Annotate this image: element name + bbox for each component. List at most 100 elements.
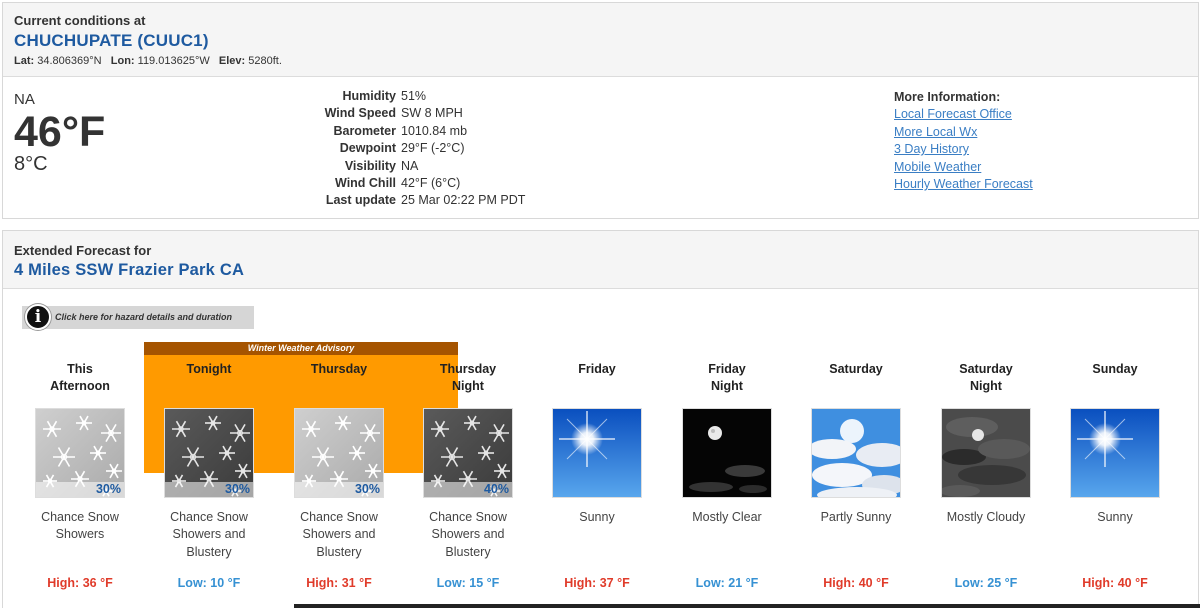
description-line-3: Blustery bbox=[445, 544, 491, 559]
lat-label: Lat: bbox=[14, 55, 35, 67]
period-name-line-1: This bbox=[67, 362, 93, 376]
precip-chance: 30% bbox=[295, 482, 383, 497]
detail-label: Last update bbox=[325, 193, 396, 208]
description-line-2: Showers and bbox=[302, 527, 376, 542]
sunny-icon[interactable] bbox=[1070, 408, 1160, 498]
current-condition-text: NA bbox=[14, 91, 35, 108]
snow-showers-day-icon[interactable]: 30% bbox=[294, 408, 384, 498]
detail-value: 51% bbox=[401, 89, 427, 103]
period-description: Chance Snow Showers and Blustery bbox=[144, 509, 274, 567]
period-name-line-1: Sunday bbox=[1092, 362, 1138, 376]
forecast-period: Thursday 30% Chance Snow Showers and Bluster… bbox=[274, 361, 404, 592]
period-description: Partly Sunny bbox=[791, 509, 921, 567]
current-conditions-label: Current conditions at bbox=[14, 13, 146, 28]
detail-row: Wind Speed SW 8 MPH bbox=[303, 106, 525, 123]
link-3-day-history[interactable]: 3 Day History bbox=[894, 141, 1033, 158]
period-temperature: Low: 25 °F bbox=[954, 576, 1018, 590]
period-name: Sunday bbox=[1050, 361, 1180, 401]
detail-row: Humidity 51% bbox=[303, 89, 525, 106]
station-coordinates: Lat: 34.806369°N Lon: 119.013625°W Elev:… bbox=[14, 55, 1198, 67]
elev-label: Elev: bbox=[218, 55, 246, 67]
detail-label: Humidity bbox=[342, 89, 396, 103]
period-name-line-1: Saturday bbox=[959, 362, 1013, 376]
period-name-line-1: Tonight bbox=[186, 362, 232, 376]
link-more-local-wx[interactable]: More Local Wx bbox=[894, 124, 1033, 141]
detail-value: 29°F (-2°C) bbox=[401, 141, 465, 156]
description-line-1: Partly Sunny bbox=[820, 510, 892, 524]
partly-sunny-icon[interactable] bbox=[811, 408, 901, 498]
hazard-details-label: Click here for hazard details and durati… bbox=[55, 312, 233, 322]
period-name-line-1: Friday bbox=[708, 362, 746, 376]
period-name-line-2: Night bbox=[711, 379, 743, 394]
detail-label: Barometer bbox=[333, 123, 396, 138]
forecast-period: Saturday Partly Sunny High: 40 °F bbox=[791, 361, 921, 592]
period-description: Chance Snow Showers and Blustery bbox=[274, 509, 404, 567]
description-line-1: Chance Snow bbox=[41, 510, 119, 524]
lon-label: Lon: bbox=[110, 55, 135, 67]
forecast-location: 4 Miles SSW Frazier Park CA bbox=[14, 261, 245, 279]
period-name-line-2: Night bbox=[452, 379, 484, 394]
lat-value: 34.806369°N bbox=[37, 55, 102, 67]
period-name: Thursday Night bbox=[403, 361, 533, 401]
detail-value: 25 Mar 02:22 PM PDT bbox=[401, 193, 526, 208]
link-local-forecast-office[interactable]: Local Forecast Office bbox=[894, 106, 1033, 123]
current-temp-c: 8°C bbox=[14, 153, 48, 175]
forecast-period: This Afternoon 30% Chance Snow Showers High: … bbox=[15, 361, 145, 592]
period-name: This Afternoon bbox=[15, 361, 145, 401]
period-temperature: Low: 15 °F bbox=[436, 576, 500, 590]
more-information-title: More Information: bbox=[894, 90, 1001, 104]
winter-weather-advisory-banner[interactable]: Winter Weather Advisory bbox=[144, 342, 458, 355]
detail-row: Dewpoint 29°F (-2°C) bbox=[303, 141, 525, 158]
period-temperature: High: 37 °F bbox=[564, 576, 630, 590]
description-line-1: Chance Snow bbox=[170, 510, 248, 524]
detail-row: Wind Chill 42°F (6°C) bbox=[303, 176, 525, 193]
period-name-line-2: Afternoon bbox=[50, 379, 110, 394]
detail-value: 42°F (6°C) bbox=[401, 176, 461, 191]
snow-showers-day-icon[interactable]: 30% bbox=[35, 408, 125, 498]
station-name: CHUCHUPATE (CUUC1) bbox=[14, 31, 209, 50]
detail-label: Wind Speed bbox=[324, 106, 396, 121]
detail-row: Barometer 1010.84 mb bbox=[303, 124, 525, 141]
precip-chance: 40% bbox=[424, 482, 512, 497]
period-description: Chance Snow Showers and Blustery bbox=[403, 509, 533, 567]
snow-showers-night-icon[interactable]: 40% bbox=[423, 408, 513, 498]
link-mobile-weather[interactable]: Mobile Weather bbox=[894, 159, 1033, 176]
forecast-period: Friday Night Mostly Clear Low: 21 °F bbox=[662, 361, 792, 592]
detail-label: Dewpoint bbox=[339, 141, 396, 156]
bottom-divider bbox=[294, 604, 1200, 608]
forecast-period: Thursday Night 40% Chance Snow Showers and Bl… bbox=[403, 361, 533, 592]
info-icon: i bbox=[25, 304, 51, 330]
description-line-3: Blustery bbox=[316, 544, 362, 559]
detail-label: Visibility bbox=[344, 158, 396, 173]
period-temperature: High: 36 °F bbox=[47, 576, 113, 590]
period-name-line-2: Night bbox=[970, 379, 1002, 394]
description-line-1: Sunny bbox=[1097, 510, 1133, 524]
detail-value: SW 8 MPH bbox=[401, 106, 463, 121]
clear-night-icon[interactable] bbox=[682, 408, 772, 498]
snow-showers-night-icon[interactable]: 30% bbox=[164, 408, 254, 498]
extended-forecast-label: Extended Forecast for bbox=[14, 243, 152, 258]
period-name-line-1: Saturday bbox=[829, 362, 883, 376]
period-description: Sunny bbox=[1050, 509, 1180, 567]
period-description: Chance Snow Showers bbox=[15, 509, 145, 567]
current-conditions-header: Current conditions at CHUCHUPATE (CUUC1)… bbox=[3, 3, 1198, 77]
precip-chance: 30% bbox=[36, 482, 124, 497]
period-name: Thursday bbox=[274, 361, 404, 401]
period-name: Tonight bbox=[144, 361, 274, 401]
period-name: Friday bbox=[532, 361, 662, 401]
period-name-line-1: Friday bbox=[578, 362, 616, 376]
forecast-period: Sunday Sunny High: 40 °F bbox=[1050, 361, 1180, 592]
current-details-table: Humidity 51% Wind Speed SW 8 MPH Barometer 10… bbox=[303, 89, 526, 211]
period-name: Friday Night bbox=[662, 361, 792, 401]
mostly-cloudy-night-icon[interactable] bbox=[941, 408, 1031, 498]
detail-row: Last update 25 Mar 02:22 PM PDT bbox=[303, 193, 526, 210]
detail-row: Visibility NA bbox=[303, 159, 525, 176]
description-line-1: Mostly Cloudy bbox=[946, 510, 1026, 524]
period-description: Mostly Cloudy bbox=[921, 509, 1051, 567]
hazard-details-button[interactable]: i Click here for hazard details and dura… bbox=[22, 304, 254, 330]
period-name: Saturday Night bbox=[921, 361, 1051, 401]
period-name: Saturday bbox=[791, 361, 921, 401]
description-line-1: Sunny bbox=[579, 510, 615, 524]
sunny-icon[interactable] bbox=[552, 408, 642, 498]
link-hourly-weather-forecast[interactable]: Hourly Weather Forecast bbox=[894, 176, 1033, 193]
